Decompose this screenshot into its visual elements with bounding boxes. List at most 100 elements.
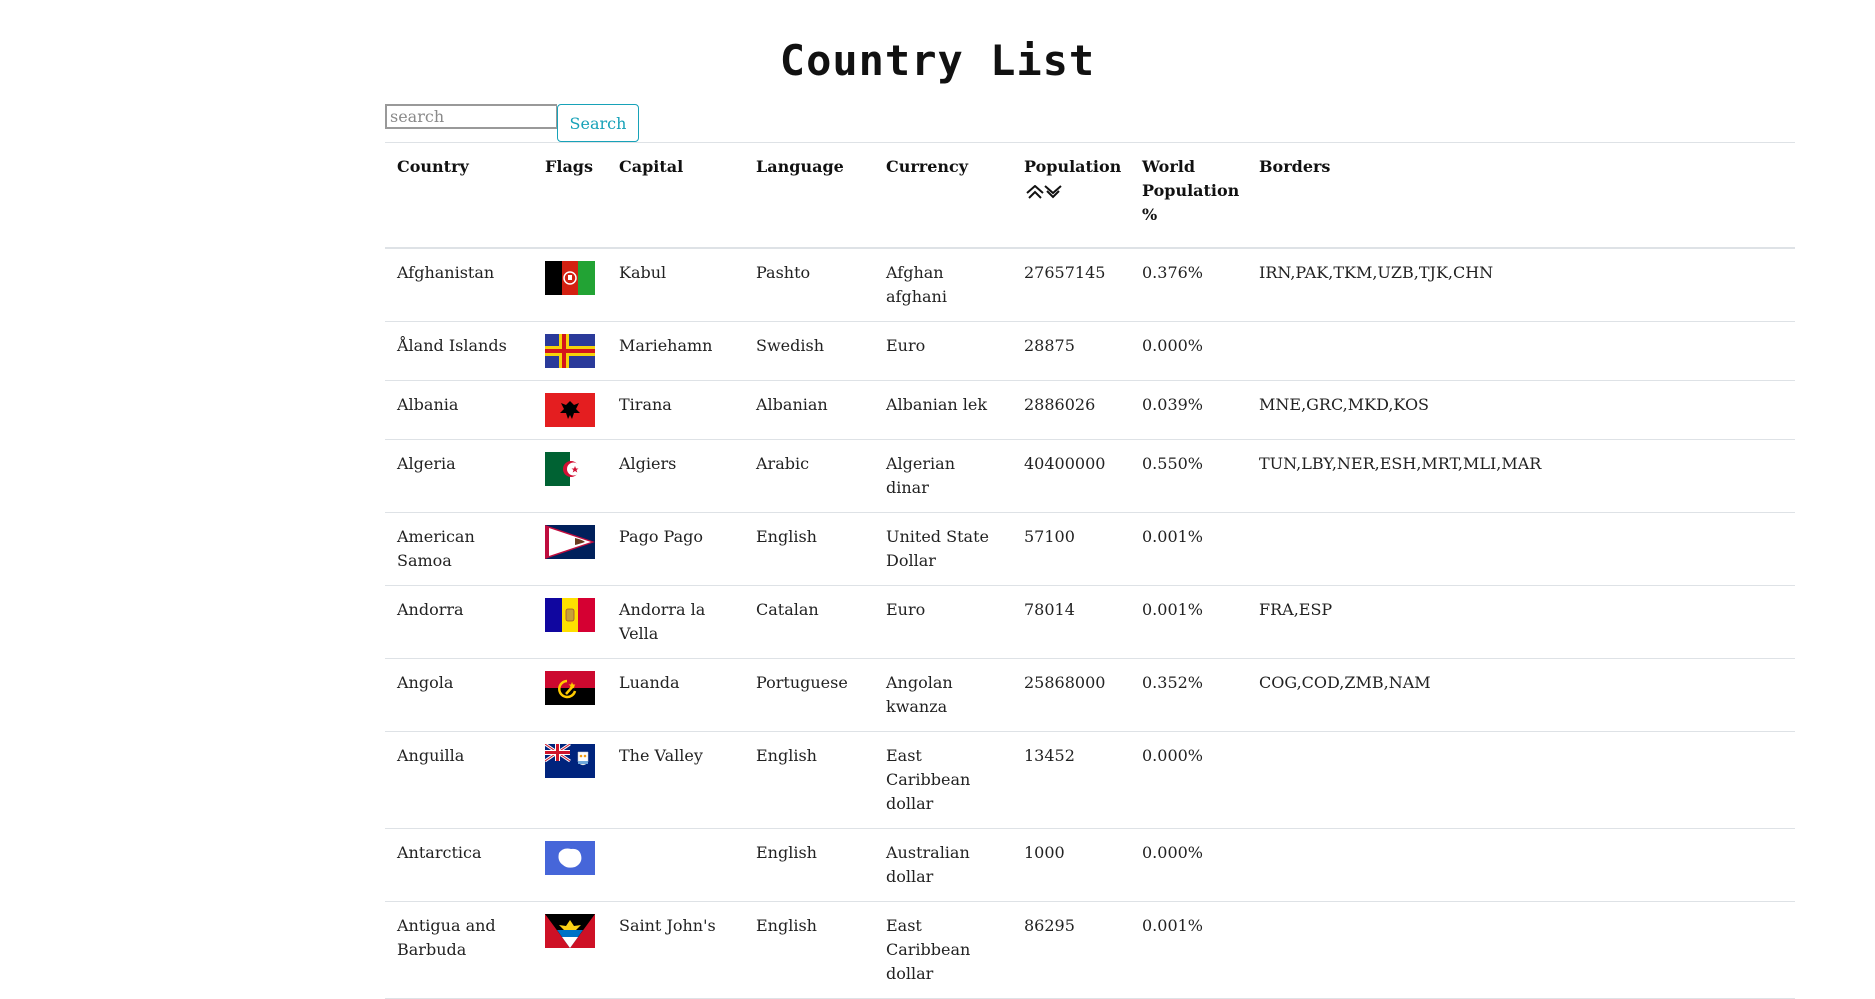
algeria-flag-icon <box>545 452 595 486</box>
header-population: Population <box>1012 143 1130 249</box>
cell-capital: The Valley <box>607 732 744 829</box>
cell-language: Portuguese <box>744 659 874 732</box>
table-row: Albania Tirana Albanian Albanian lek 288… <box>385 381 1795 440</box>
antigua-and-barbuda-flag-icon <box>545 914 595 948</box>
cell-flag <box>533 659 607 732</box>
cell-country: Afghanistan <box>385 248 533 322</box>
cell-borders <box>1247 829 1795 902</box>
search-button[interactable]: Search <box>557 104 639 142</box>
cell-capital: Tirana <box>607 381 744 440</box>
cell-borders: FRA,ESP <box>1247 586 1795 659</box>
country-table-container: Country Flags Capital Language Currency … <box>385 142 1795 999</box>
cell-population: 40400000 <box>1012 440 1130 513</box>
cell-flag <box>533 322 607 381</box>
page: Country List Search Country Flags Capita… <box>0 0 1875 965</box>
cell-borders <box>1247 732 1795 829</box>
table-row: Anguilla <box>385 732 1795 829</box>
table-row: Algeria Algiers Arabic Algerian <box>385 440 1795 513</box>
table-header-row: Country Flags Capital Language Currency … <box>385 143 1795 249</box>
cell-population: 78014 <box>1012 586 1130 659</box>
cell-flag <box>533 902 607 999</box>
cell-world-pct: 0.376% <box>1130 248 1247 322</box>
antarctica-flag-icon <box>545 841 595 875</box>
cell-flag <box>533 829 607 902</box>
cell-country: Angola <box>385 659 533 732</box>
cell-population: 2886026 <box>1012 381 1130 440</box>
cell-world-pct: 0.001% <box>1130 902 1247 999</box>
cell-population: 57100 <box>1012 513 1130 586</box>
cell-language: English <box>744 829 874 902</box>
table-row: Afghanistan Kabul Pashto Afghan afghani <box>385 248 1795 322</box>
cell-capital: Luanda <box>607 659 744 732</box>
cell-currency: East Caribbean dollar <box>874 732 1012 829</box>
cell-world-pct: 0.352% <box>1130 659 1247 732</box>
sort-controls <box>1026 179 1062 203</box>
cell-country: Anguilla <box>385 732 533 829</box>
table-row: Andorra Andorra la Vella Catalan Euro 78… <box>385 586 1795 659</box>
header-capital: Capital <box>607 143 744 249</box>
cell-flag <box>533 381 607 440</box>
table-row: Åland Islands Mariehamn Swedish Euro <box>385 322 1795 381</box>
cell-world-pct: 0.550% <box>1130 440 1247 513</box>
cell-currency: Euro <box>874 586 1012 659</box>
aland-islands-flag-icon <box>545 334 595 368</box>
page-title: Country List <box>0 36 1875 85</box>
albania-flag-icon <box>545 393 595 427</box>
sort-ascending-icon[interactable] <box>1026 185 1044 199</box>
cell-population: 27657145 <box>1012 248 1130 322</box>
american-samoa-flag-icon <box>545 525 595 559</box>
search-input[interactable] <box>385 104 557 129</box>
cell-borders: TUN,LBY,NER,ESH,MRT,MLI,MAR <box>1247 440 1795 513</box>
cell-country: Andorra <box>385 586 533 659</box>
cell-currency: Euro <box>874 322 1012 381</box>
cell-language: Catalan <box>744 586 874 659</box>
cell-currency: Afghan afghani <box>874 248 1012 322</box>
afghanistan-flag-icon <box>545 261 595 295</box>
cell-world-pct: 0.039% <box>1130 381 1247 440</box>
cell-currency: Algerian dinar <box>874 440 1012 513</box>
cell-world-pct: 0.001% <box>1130 513 1247 586</box>
cell-language: English <box>744 902 874 999</box>
cell-borders <box>1247 902 1795 999</box>
cell-country: Algeria <box>385 440 533 513</box>
header-flags: Flags <box>533 143 607 249</box>
header-population-label: Population <box>1024 157 1121 176</box>
table-row: American Samoa Pago Pago English United … <box>385 513 1795 586</box>
cell-country: American Samoa <box>385 513 533 586</box>
cell-language: Swedish <box>744 322 874 381</box>
cell-language: Arabic <box>744 440 874 513</box>
cell-borders: COG,COD,ZMB,NAM <box>1247 659 1795 732</box>
country-table: Country Flags Capital Language Currency … <box>385 142 1795 999</box>
cell-population: 28875 <box>1012 322 1130 381</box>
cell-language: Pashto <box>744 248 874 322</box>
cell-currency: Angolan kwanza <box>874 659 1012 732</box>
cell-capital <box>607 829 744 902</box>
cell-world-pct: 0.000% <box>1130 732 1247 829</box>
header-currency: Currency <box>874 143 1012 249</box>
sort-descending-icon[interactable] <box>1044 185 1062 199</box>
cell-capital: Kabul <box>607 248 744 322</box>
anguilla-flag-icon <box>545 744 595 778</box>
cell-language: English <box>744 732 874 829</box>
cell-currency: Australian dollar <box>874 829 1012 902</box>
cell-world-pct: 0.000% <box>1130 322 1247 381</box>
header-world-population: World Population % <box>1130 143 1247 249</box>
angola-flag-icon <box>545 671 595 705</box>
cell-borders: IRN,PAK,TKM,UZB,TJK,CHN <box>1247 248 1795 322</box>
search-bar: Search <box>385 104 639 142</box>
cell-country: Antigua and Barbuda <box>385 902 533 999</box>
table-row: Angola Luanda Portuguese Angolan kwanza <box>385 659 1795 732</box>
cell-flag <box>533 440 607 513</box>
cell-world-pct: 0.000% <box>1130 829 1247 902</box>
cell-currency: East Caribbean dollar <box>874 902 1012 999</box>
cell-country: Albania <box>385 381 533 440</box>
cell-language: English <box>744 513 874 586</box>
cell-flag <box>533 248 607 322</box>
cell-world-pct: 0.001% <box>1130 586 1247 659</box>
cell-country: Antarctica <box>385 829 533 902</box>
cell-flag <box>533 732 607 829</box>
cell-language: Albanian <box>744 381 874 440</box>
cell-population: 1000 <box>1012 829 1130 902</box>
cell-capital: Mariehamn <box>607 322 744 381</box>
cell-capital: Andorra la Vella <box>607 586 744 659</box>
